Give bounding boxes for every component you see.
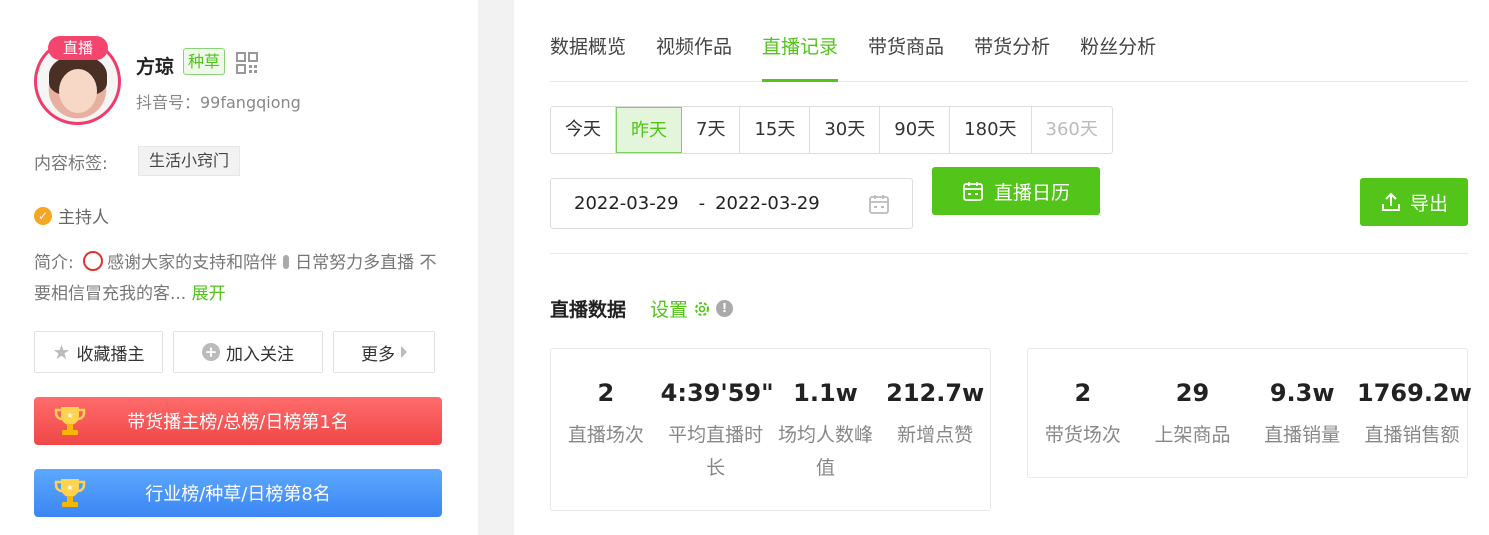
live-badge: 直播 — [48, 36, 108, 60]
plus-circle-icon: + — [202, 343, 220, 361]
qr-code-icon[interactable] — [236, 52, 258, 74]
main-panel: 数据概览 视频作品 直播记录 带货商品 带货分析 粉丝分析 今天 昨天 7天 15天 30天 90天… — [514, 0, 1489, 535]
stat-value: 1769.2w — [1357, 379, 1472, 407]
tab-0[interactable]: 数据概览 — [550, 0, 626, 82]
star-icon: ★ — [52, 340, 71, 364]
live-calendar-button[interactable]: 直播日历 — [932, 167, 1100, 215]
stat-value: 29 — [1175, 379, 1210, 407]
stat-label: 直播销量 — [1264, 424, 1341, 446]
range-option-7[interactable]: 360天 — [1032, 107, 1112, 153]
stat-label: 直播场次 — [567, 424, 644, 446]
range-option-3[interactable]: 15天 — [740, 107, 811, 153]
stat-item: 9.3w 直播销量 — [1247, 349, 1357, 477]
role: ✓ 主持人 — [34, 203, 109, 228]
range-option-1[interactable]: 昨天 — [616, 107, 682, 153]
stat-value: 212.7w — [886, 379, 985, 407]
microphone-icon — [283, 255, 290, 269]
stat-label: 带货场次 — [1044, 424, 1121, 446]
streamer-name: 方琼 — [136, 56, 175, 78]
favorite-button[interactable]: ★ 收藏播主 — [34, 331, 163, 373]
panel-gap — [478, 0, 514, 535]
category-tag: 种草 — [183, 48, 226, 75]
stat-label: 直播销售额 — [1364, 424, 1460, 446]
check-badge-icon: ✓ — [34, 206, 52, 225]
favorite-label: 收藏播主 — [76, 344, 145, 365]
profile-panel: 直播 方琼 种草 抖音号：99fangqiong 内容标签: 生活小窍门 ✓ 主… — [0, 0, 478, 535]
section-title: 直播数据 — [550, 299, 627, 321]
caret-right-icon — [401, 346, 407, 358]
profile-actions: ★ 收藏播主 + 加入关注 更多 — [34, 331, 435, 373]
bio-text-1: 感谢大家的支持和陪伴 — [107, 253, 278, 273]
date-end: 2022-03-29 — [715, 193, 820, 214]
stat-value: 1.1w — [793, 379, 858, 407]
bio: 简介: 感谢大家的支持和陪伴 日常努力多直播 不要相信冒充我的客... 展开 — [34, 248, 444, 310]
section-divider — [550, 253, 1468, 254]
stat-value: 4:39'59" — [660, 379, 774, 407]
stat-item: 212.7w 新增点赞 — [880, 349, 990, 510]
stat-item: 1.1w 场均人数峰值 — [771, 349, 881, 510]
follow-button[interactable]: + 加入关注 — [173, 331, 323, 373]
date-separator: - — [698, 193, 706, 214]
calendar-icon — [963, 182, 983, 201]
calendar-icon — [869, 195, 889, 214]
stat-label: 上架商品 — [1154, 424, 1231, 446]
live-calendar-label: 直播日历 — [993, 181, 1070, 204]
stat-item: 4:39'59" 平均直播时长 — [660, 349, 774, 510]
stat-item: 2 带货场次 — [1028, 349, 1138, 477]
bio-prefix: 简介: — [34, 253, 74, 273]
more-label: 更多 — [361, 344, 395, 365]
trophy-icon: ★ — [54, 479, 86, 507]
douyin-id: 抖音号：99fangqiong — [136, 93, 301, 112]
stat-label: 新增点赞 — [897, 424, 974, 446]
svg-text:★: ★ — [66, 483, 73, 492]
avatar-face — [59, 69, 97, 113]
more-button[interactable]: 更多 — [333, 331, 435, 373]
range-option-4[interactable]: 30天 — [810, 107, 881, 153]
date-range-selector: 今天 昨天 7天 15天 30天 90天 180天 360天 — [550, 106, 1113, 154]
tab-bar: 数据概览 视频作品 直播记录 带货商品 带货分析 粉丝分析 — [550, 0, 1468, 82]
rank-banner-industry[interactable]: ★ 行业榜/种草/日榜第8名 — [34, 469, 442, 517]
tab-5[interactable]: 粉丝分析 — [1080, 0, 1156, 82]
tab-1[interactable]: 视频作品 — [656, 0, 732, 82]
range-option-2[interactable]: 7天 — [682, 107, 741, 153]
upload-icon — [1381, 192, 1400, 211]
stat-item: 2 直播场次 — [551, 349, 661, 510]
rank-banner-sales[interactable]: ★ 带货播主榜/总榜/日榜第1名 — [34, 397, 442, 445]
content-tag-label: 内容标签: — [34, 154, 108, 174]
tab-4[interactable]: 带货分析 — [974, 0, 1050, 82]
rank-label-sales: 带货播主榜/总榜/日榜第1名 — [127, 412, 349, 433]
settings-label: 设置 — [650, 299, 689, 321]
info-icon[interactable]: ! — [716, 300, 734, 317]
export-label: 导出 — [1409, 192, 1448, 215]
stat-item: 29 上架商品 — [1138, 349, 1248, 477]
stat-item: 1769.2w 直播销售额 — [1357, 349, 1472, 477]
export-button[interactable]: 导出 — [1360, 178, 1468, 226]
stat-value: 2 — [597, 379, 615, 407]
alarm-clock-icon — [83, 251, 104, 271]
rank-label-industry: 行业榜/种草/日榜第8名 — [145, 484, 331, 505]
range-option-6[interactable]: 180天 — [950, 107, 1032, 153]
svg-text:★: ★ — [66, 411, 73, 420]
role-label: 主持人 — [58, 208, 109, 228]
live-stats-card: 2 直播场次 4:39'59" 平均直播时长 1.1w 场均人数峰值 212.7w 新增点赞 — [550, 348, 991, 511]
gear-icon — [695, 301, 710, 316]
tab-3[interactable]: 带货商品 — [868, 0, 944, 82]
trophy-icon: ★ — [54, 407, 86, 435]
stat-value: 9.3w — [1269, 379, 1335, 407]
stat-value: 2 — [1074, 379, 1092, 407]
stat-label: 平均直播时长 — [668, 424, 764, 479]
range-option-5[interactable]: 90天 — [880, 107, 951, 153]
date-start: 2022-03-29 — [574, 193, 679, 214]
bio-expand-link[interactable]: 展开 — [192, 284, 226, 304]
range-option-0[interactable]: 今天 — [551, 107, 616, 153]
date-range-picker[interactable]: 2022-03-29 - 2022-03-29 — [550, 178, 913, 229]
content-tag[interactable]: 生活小窍门 — [138, 146, 241, 176]
settings-link[interactable]: 设置 ! — [650, 295, 734, 322]
stat-label: 场均人数峰值 — [778, 424, 874, 479]
sales-stats-card: 2 带货场次 29 上架商品 9.3w 直播销量 1769.2w 直播销售额 — [1027, 348, 1472, 478]
follow-label: 加入关注 — [226, 344, 294, 365]
tab-2[interactable]: 直播记录 — [762, 0, 839, 82]
